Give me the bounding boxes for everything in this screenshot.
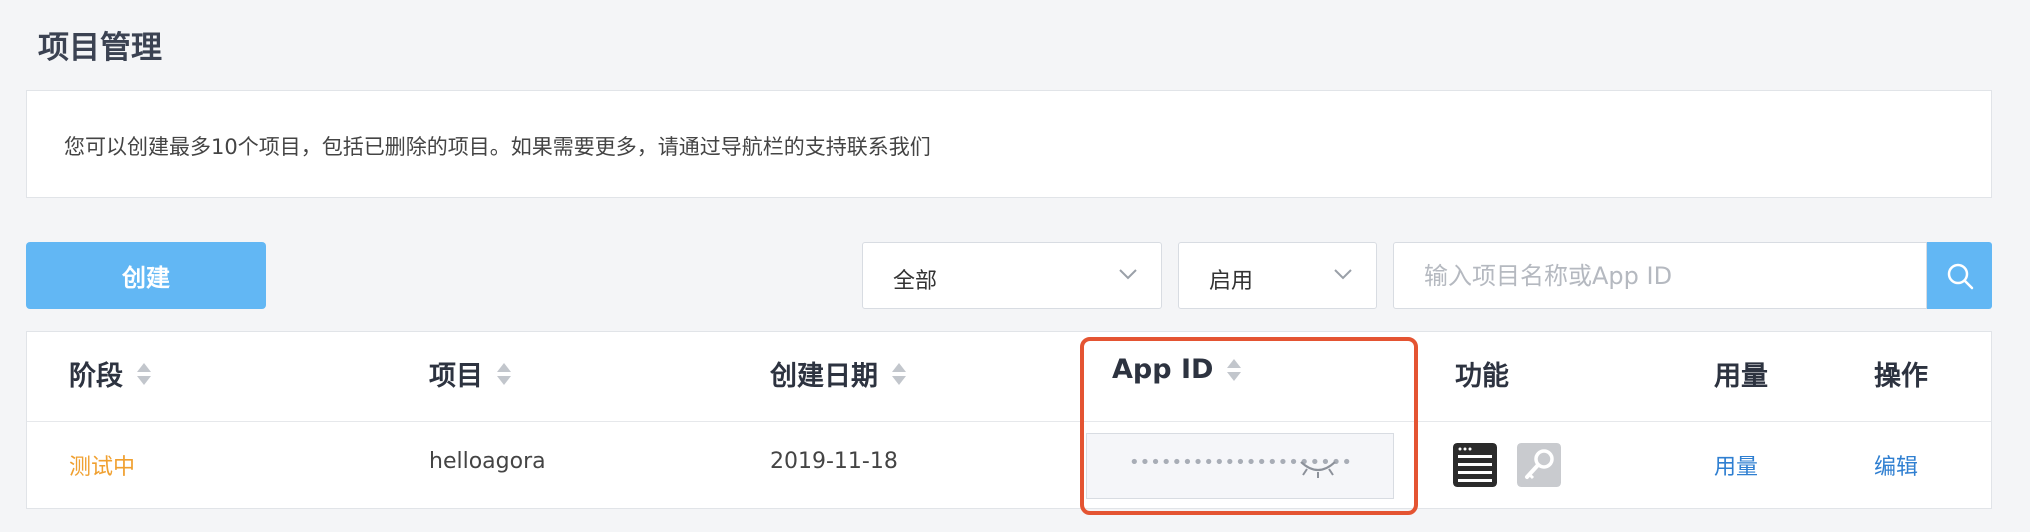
notice-text: 您可以创建最多10个项目，包括已删除的项目。如果需要更多，请通过导航栏的支持联系… (64, 135, 931, 159)
create-project-button[interactable]: 创建 (26, 242, 266, 309)
search-button[interactable] (1927, 242, 1992, 309)
enabled-filter-value: 启用 (1209, 269, 1254, 294)
header-divider (27, 421, 1991, 422)
sort-icon (1227, 358, 1242, 381)
row-project-name: helloagora (429, 449, 546, 474)
column-header-usage: 用量 (1714, 361, 1768, 392)
column-header-actions: 操作 (1874, 361, 1928, 392)
sort-icon (497, 362, 511, 385)
column-header-features: 功能 (1455, 361, 1509, 392)
column-header-created[interactable]: 创建日期 (770, 354, 908, 393)
status-filter-value: 全部 (893, 269, 938, 294)
edit-link[interactable]: 编辑 (1874, 449, 1918, 481)
eye-closed-icon[interactable] (1297, 456, 1339, 480)
column-header-app-id[interactable]: App ID (1112, 354, 1243, 385)
sort-icon (137, 362, 151, 385)
search-icon (1947, 263, 1973, 289)
column-header-label: 项目 (429, 361, 483, 392)
list-icon[interactable] (1453, 443, 1497, 487)
column-header-project[interactable]: 项目 (429, 354, 513, 393)
status-filter-select[interactable]: 全部 (862, 242, 1162, 309)
key-icon[interactable] (1517, 443, 1561, 487)
chevron-down-icon (1334, 269, 1352, 280)
row-created-date: 2019-11-18 (770, 449, 898, 474)
search-input[interactable] (1393, 242, 1927, 309)
chevron-down-icon (1119, 269, 1137, 280)
enabled-filter-select[interactable]: 启用 (1178, 242, 1377, 309)
usage-link[interactable]: 用量 (1714, 449, 1758, 481)
sort-icon (892, 362, 906, 385)
projects-table: 阶段 项目 创建日期 App ID 功能 用量 操作 测试中 helloagor… (26, 331, 1992, 509)
page-title: 项目管理 (38, 30, 162, 66)
column-header-stage[interactable]: 阶段 (69, 354, 153, 393)
column-header-label: 创建日期 (770, 361, 878, 392)
column-header-label: App ID (1112, 354, 1214, 385)
row-stage: 测试中 (69, 455, 136, 480)
column-header-label: 阶段 (69, 361, 123, 392)
notice-panel: 您可以创建最多10个项目，包括已删除的项目。如果需要更多，请通过导航栏的支持联系… (26, 90, 1992, 198)
app-id-field: ••••••••••••••••••••• (1086, 433, 1394, 499)
